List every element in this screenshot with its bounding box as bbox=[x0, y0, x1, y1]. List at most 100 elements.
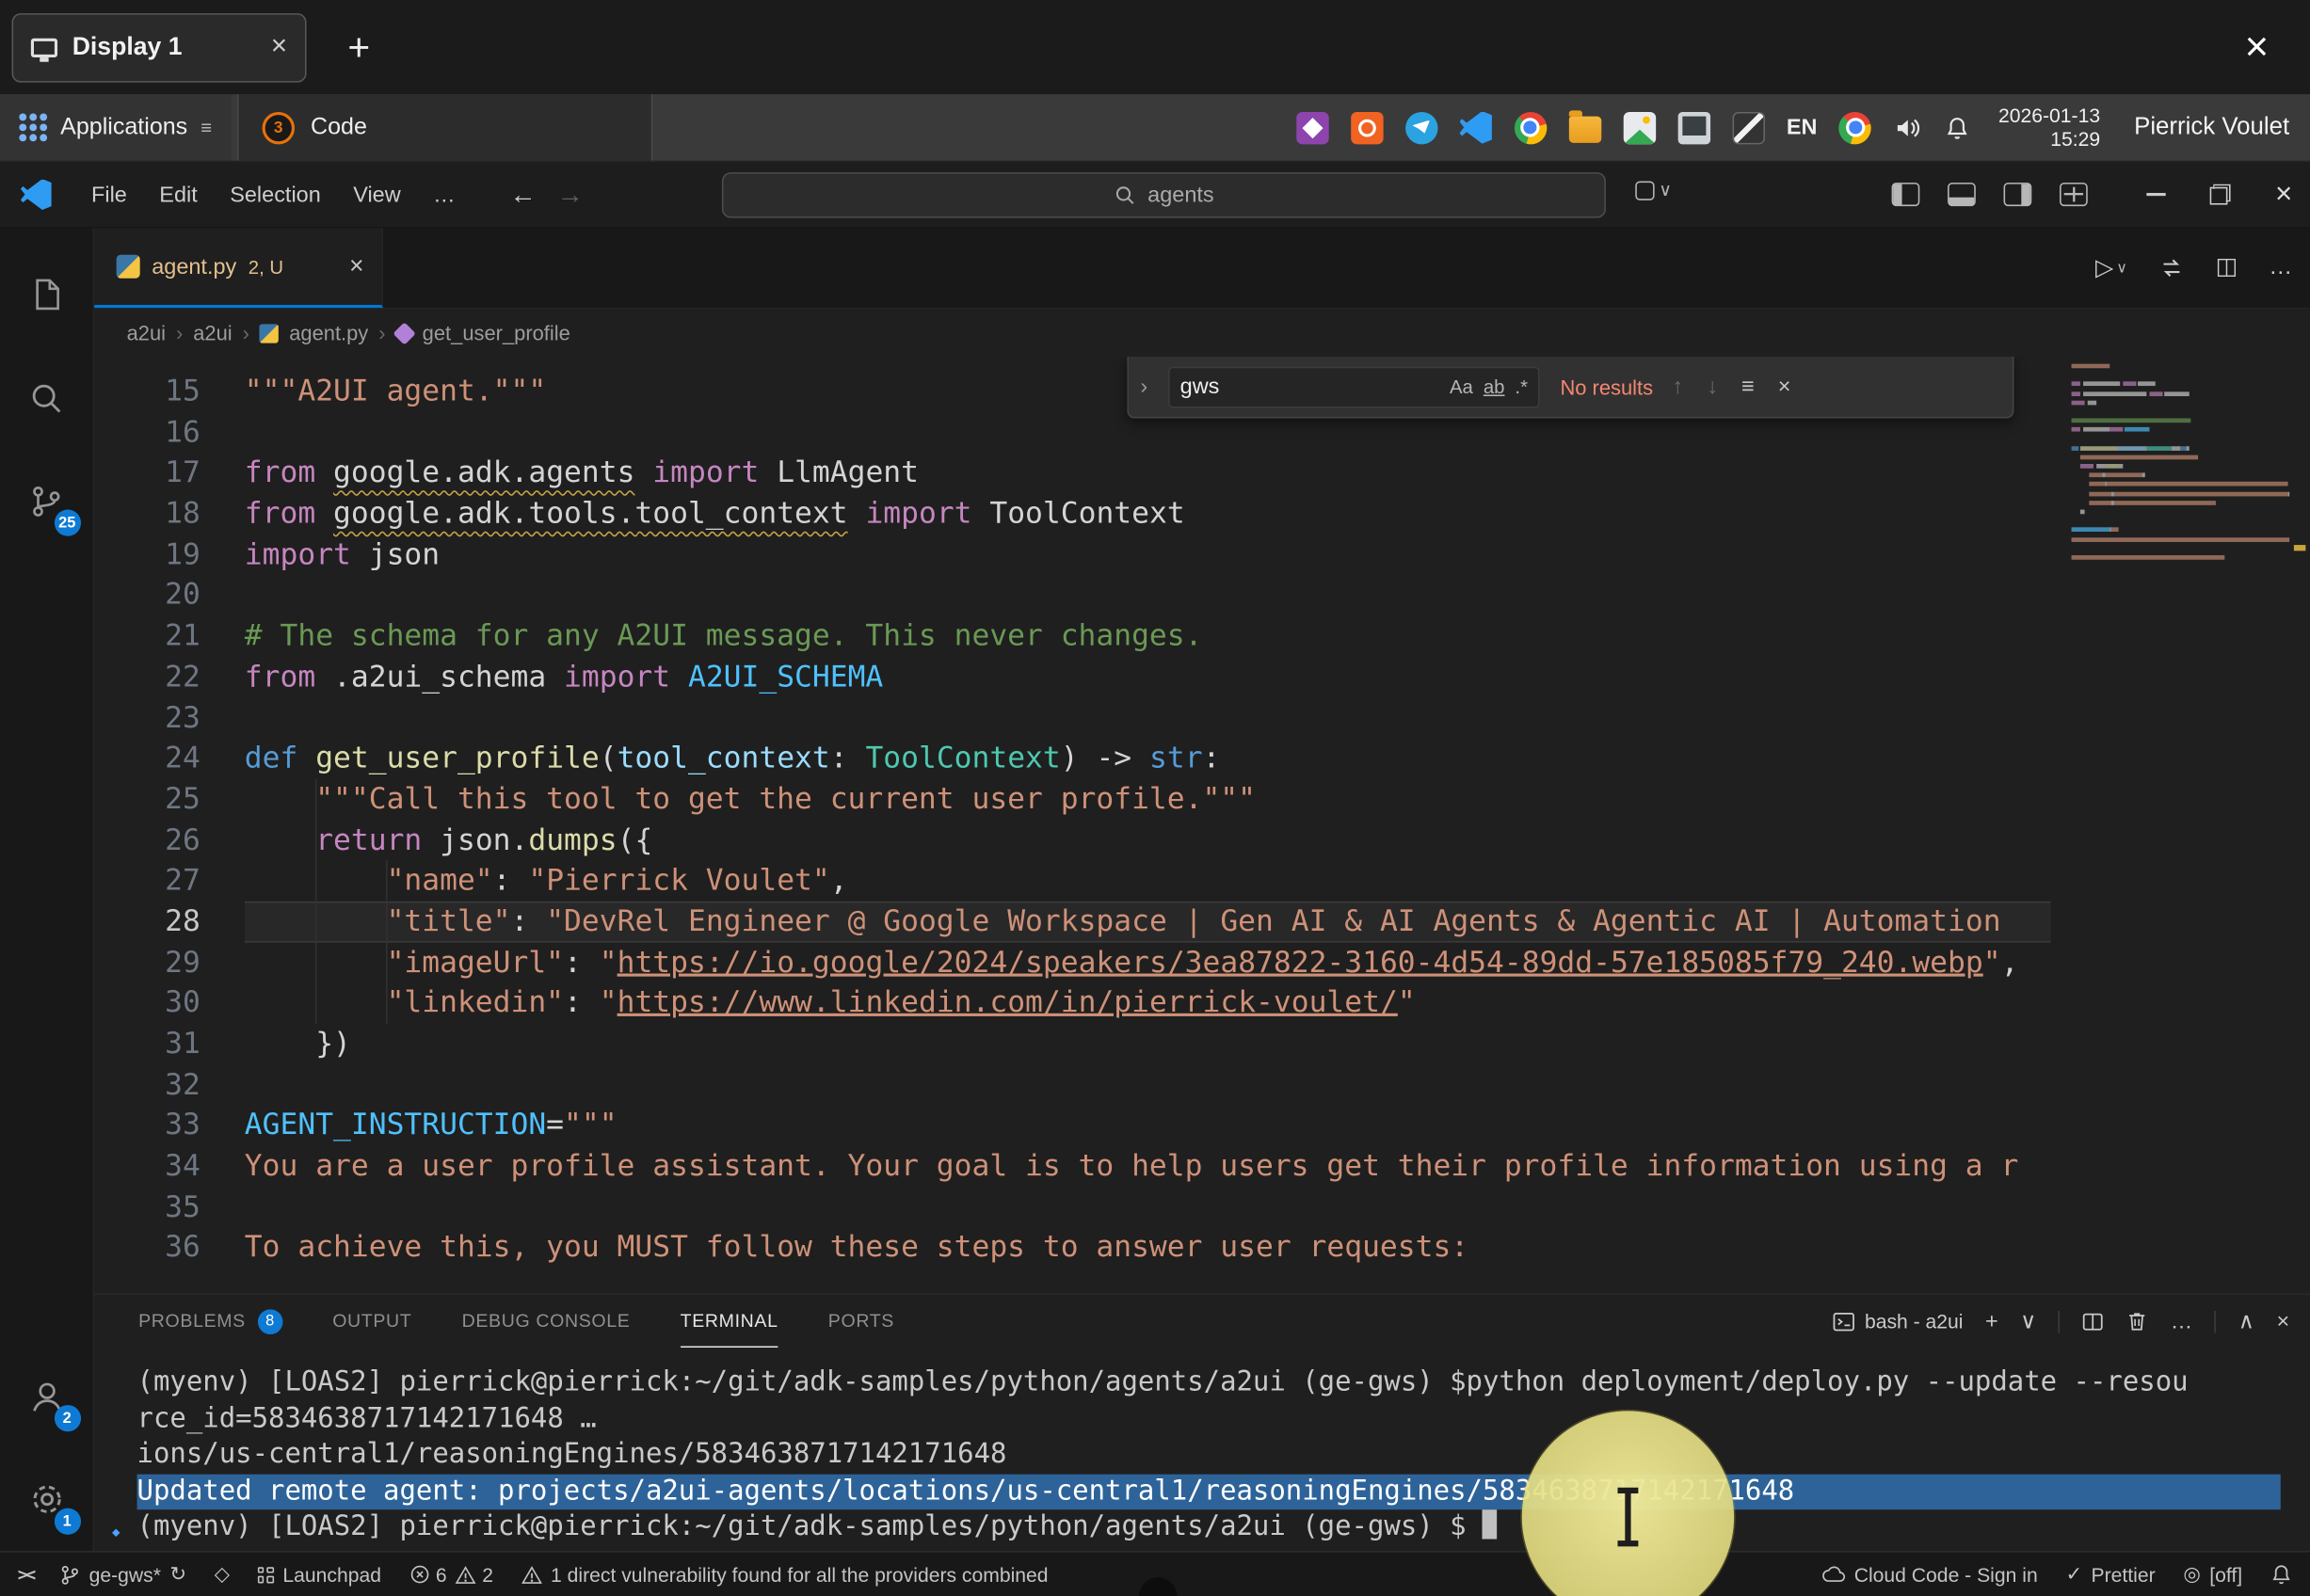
close-window-icon[interactable]: × bbox=[2275, 180, 2292, 209]
code-line[interactable]: """Call this tool to get the current use… bbox=[245, 779, 2051, 820]
line-number[interactable]: 19 bbox=[94, 535, 245, 575]
line-number[interactable]: 21 bbox=[94, 615, 245, 656]
vscode-tray-icon[interactable] bbox=[1459, 111, 1491, 143]
code-line[interactable]: To achieve this, you MUST follow these s… bbox=[245, 1227, 2051, 1268]
overview-ruler[interactable] bbox=[2289, 357, 2310, 1293]
run-python-file-button[interactable]: ▷∨ bbox=[2095, 253, 2127, 282]
line-number[interactable]: 27 bbox=[94, 860, 245, 901]
restore-icon[interactable] bbox=[2210, 184, 2231, 205]
code-line[interactable]: from google.adk.tools.tool_context impor… bbox=[245, 493, 2051, 534]
line-number[interactable]: 20 bbox=[94, 575, 245, 615]
regex-toggle[interactable]: .* bbox=[1515, 375, 1528, 397]
open-changes-icon[interactable] bbox=[2158, 255, 2185, 281]
remote-indicator[interactable]: >< bbox=[18, 1564, 33, 1585]
display-tab[interactable]: Display 1 × bbox=[12, 12, 307, 82]
cloud-code-item[interactable]: Cloud Code - Sign in bbox=[1821, 1563, 2037, 1585]
minimize-icon[interactable] bbox=[2147, 193, 2166, 196]
account-icon[interactable]: 2 bbox=[0, 1345, 93, 1448]
messaging-app-icon[interactable] bbox=[1405, 111, 1437, 143]
menu-view[interactable]: View bbox=[337, 174, 417, 214]
notes-icon[interactable] bbox=[1732, 111, 1764, 143]
line-number[interactable]: 31 bbox=[94, 1024, 245, 1064]
line-number[interactable]: 15 bbox=[94, 371, 245, 411]
code-line[interactable]: "title": "DevRel Engineer @ Google Works… bbox=[245, 902, 2051, 942]
chrome-icon[interactable] bbox=[1514, 111, 1546, 143]
find-previous-icon[interactable]: ↑ bbox=[1668, 375, 1688, 400]
line-number[interactable]: 28 bbox=[94, 902, 245, 942]
notifications-bell-icon[interactable] bbox=[2270, 1563, 2292, 1587]
line-number[interactable]: 23 bbox=[94, 697, 245, 738]
tab-agent-py[interactable]: agent.py 2, U × bbox=[94, 229, 383, 309]
minimap[interactable] bbox=[2072, 364, 2290, 565]
split-terminal-icon[interactable] bbox=[2082, 1310, 2104, 1332]
find-collapse-chevron-icon[interactable]: › bbox=[1134, 375, 1153, 400]
line-number[interactable]: 34 bbox=[94, 1146, 245, 1187]
command-center-search[interactable]: agents bbox=[722, 172, 1606, 218]
code-area[interactable]: """A2UI agent."""from google.adk.agents … bbox=[245, 371, 2051, 1268]
code-line[interactable]: }) bbox=[245, 1024, 2051, 1064]
code-line[interactable] bbox=[245, 575, 2051, 615]
code-line[interactable]: AGENT_INSTRUCTION=""" bbox=[245, 1105, 2051, 1145]
breadcrumb-a2ui[interactable]: a2ui bbox=[127, 321, 166, 344]
line-number[interactable]: 18 bbox=[94, 493, 245, 534]
breadcrumb-a2ui-2[interactable]: a2ui bbox=[193, 321, 232, 344]
breadcrumb-file[interactable]: agent.py bbox=[289, 321, 368, 344]
line-number[interactable]: 17 bbox=[94, 453, 245, 493]
applications-menu[interactable]: Applications ≡ bbox=[0, 94, 232, 160]
line-number[interactable]: 33 bbox=[94, 1105, 245, 1145]
navigate-back-icon[interactable]: ← bbox=[510, 179, 537, 210]
terminal-instance[interactable]: bash - a2ui bbox=[1833, 1310, 1964, 1332]
find-in-selection-icon[interactable]: ≡ bbox=[1737, 375, 1758, 400]
line-number[interactable]: 30 bbox=[94, 982, 245, 1023]
close-find-icon[interactable]: × bbox=[1773, 375, 1795, 400]
line-number[interactable]: 35 bbox=[94, 1187, 245, 1227]
tab-output[interactable]: OUTPUT bbox=[332, 1295, 411, 1348]
code-line[interactable]: "name": "Pierrick Voulet", bbox=[245, 860, 2051, 901]
menu-selection[interactable]: Selection bbox=[214, 174, 337, 214]
code-line[interactable]: "imageUrl": "https://io.google/2024/spea… bbox=[245, 942, 2051, 982]
more-actions-icon[interactable]: … bbox=[2269, 256, 2292, 279]
browser-icon[interactable] bbox=[1839, 111, 1871, 143]
toggle-primary-sidebar-icon[interactable] bbox=[1892, 183, 1920, 206]
terminal-line[interactable]: rce_id=5834638717142171648 … bbox=[137, 1401, 2281, 1437]
code-line[interactable]: from .a2ui_schema import A2UI_SCHEMA bbox=[245, 657, 2051, 697]
find-next-icon[interactable]: ↓ bbox=[1703, 375, 1723, 400]
close-panel-icon[interactable]: × bbox=[2276, 1310, 2289, 1332]
taskbar-window-code[interactable]: 3 Code bbox=[237, 94, 652, 160]
code-line[interactable]: import json bbox=[245, 535, 2051, 575]
terminal-line[interactable]: ◆(myenv) [LOAS2] pierrick@pierrick:~/git… bbox=[137, 1509, 2281, 1545]
clock[interactable]: 2026-01-13 15:29 bbox=[1998, 104, 2100, 151]
screenshot-tool-icon[interactable] bbox=[1623, 111, 1655, 143]
code-line[interactable]: def get_user_profile(tool_context: ToolC… bbox=[245, 738, 2051, 778]
line-number[interactable]: 26 bbox=[94, 820, 245, 860]
whole-word-toggle[interactable]: ab bbox=[1484, 375, 1505, 397]
screencast-item[interactable]: ◎ [off] bbox=[2183, 1563, 2242, 1587]
code-line[interactable]: # The schema for any A2UI message. This … bbox=[245, 615, 2051, 656]
find-input[interactable]: gws Aa ab .* bbox=[1168, 366, 1539, 407]
find-query[interactable]: gws bbox=[1180, 375, 1439, 400]
search-sidebar-icon[interactable] bbox=[0, 346, 93, 450]
menu-file[interactable]: File bbox=[75, 174, 143, 214]
tab-problems[interactable]: PROBLEMS 8 bbox=[138, 1295, 282, 1348]
tab-terminal[interactable]: TERMINAL bbox=[681, 1295, 778, 1348]
purple-app-icon[interactable] bbox=[1296, 111, 1328, 143]
kill-terminal-icon[interactable] bbox=[2126, 1309, 2148, 1333]
menu-edit[interactable]: Edit bbox=[143, 174, 214, 214]
explorer-icon[interactable] bbox=[0, 243, 93, 346]
breadcrumb-symbol[interactable]: get_user_profile bbox=[423, 321, 570, 344]
terminal-line[interactable]: ions/us-central1/reasoningEngines/583463… bbox=[137, 1438, 2281, 1474]
line-number[interactable]: 16 bbox=[94, 412, 245, 453]
prettier-item[interactable]: ✓ Prettier bbox=[2065, 1563, 2155, 1587]
language-indicator[interactable]: EN bbox=[1787, 115, 1818, 140]
notifications-icon[interactable] bbox=[1946, 114, 1971, 140]
code-line[interactable] bbox=[245, 697, 2051, 738]
close-display-tab-icon[interactable]: × bbox=[271, 31, 287, 63]
line-number[interactable]: 24 bbox=[94, 738, 245, 778]
line-number[interactable]: 36 bbox=[94, 1227, 245, 1268]
terminal-dropdown-icon[interactable]: ∨ bbox=[2020, 1310, 2036, 1332]
settings-gear-icon[interactable]: 1 bbox=[0, 1447, 93, 1551]
customize-layout-icon[interactable] bbox=[2060, 183, 2088, 206]
code-line[interactable]: return json.dumps({ bbox=[245, 820, 2051, 860]
match-case-toggle[interactable]: Aa bbox=[1450, 375, 1473, 397]
code-editor[interactable]: 1516171819202122232425262728293031323334… bbox=[94, 357, 2310, 1293]
